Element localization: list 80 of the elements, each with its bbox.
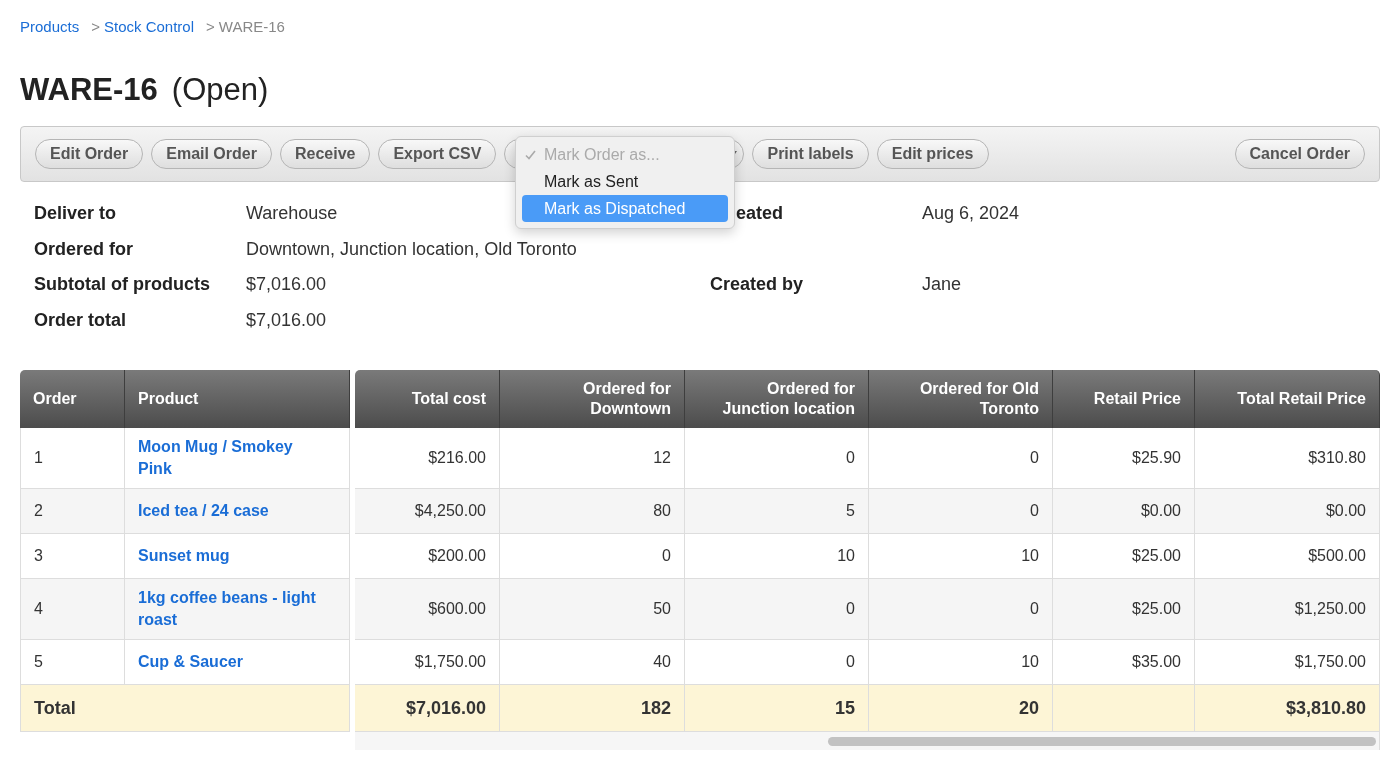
table-cell: 12 [500,428,685,489]
table-cell: 10 [869,534,1053,579]
toolbar-button[interactable]: Edit prices [876,139,989,169]
total-label: Total [20,685,350,732]
detail-value: $7,016.00 [246,273,327,297]
table-cell: $35.00 [1053,640,1195,685]
product-link[interactable]: Sunset mug [138,545,230,567]
breadcrumb-link[interactable]: Products [20,17,80,35]
detail-label: Deliver to [34,202,118,226]
column-header: Product [125,370,350,428]
table-cell: $216.00 [355,428,500,489]
toolbar-button[interactable]: Print labels [752,139,869,169]
column-header: Ordered for Junction location [685,370,869,428]
breadcrumb-current[interactable]: WARE-16 [218,17,285,35]
detail-value: Downtown, Junction location, Old Toronto [246,237,577,261]
total-cell: 15 [685,685,869,732]
menu-item[interactable]: Mark as Sent [522,168,728,195]
total-cell: $7,016.00 [355,685,500,732]
table-cell: 0 [685,579,869,640]
table-cell: 10 [685,534,869,579]
table-cell: 0 [685,428,869,489]
table-cell: 4 [20,579,125,640]
toolbar-button[interactable]: Email Order [151,139,272,169]
column-header: Retail Price [1053,370,1195,428]
detail-label: Order total [34,308,127,332]
table-cell: 0 [869,489,1053,534]
table-cell: $25.00 [1053,534,1195,579]
table-cell: $4,250.00 [355,489,500,534]
table-cell: 80 [500,489,685,534]
table-cell: 0 [869,579,1053,640]
breadcrumb-separator: > [206,17,215,35]
table-cell: 5 [20,640,125,685]
column-header: Ordered for Downtown [500,370,685,428]
breadcrumb-link[interactable]: Stock Control [103,17,194,35]
cancel-order-button[interactable]: Cancel Order [1234,139,1365,169]
table-cell: 1 [20,428,125,489]
detail-value: Aug 6, 2024 [922,202,1020,226]
product-link[interactable]: Cup & Saucer [138,651,243,673]
column-header: Total cost [355,370,500,428]
menu-item[interactable]: Mark as Dispatched [522,195,728,222]
column-header: Total Retail Price [1195,370,1380,428]
table-cell: $1,250.00 [1195,579,1380,640]
table-cell: $25.00 [1053,579,1195,640]
table-cell: $310.80 [1195,428,1380,489]
table-cell: 10 [869,640,1053,685]
detail-value: Jane [922,273,962,297]
table-cell: 3 [20,534,125,579]
table-cell: $600.00 [355,579,500,640]
detail-label: eated [735,202,785,226]
product-link[interactable]: Moon Mug / Smokey Pink [138,436,322,480]
breadcrumb-separator: > [91,17,100,35]
table-cell: 50 [500,579,685,640]
table-cell: 5 [685,489,869,534]
total-cell: 20 [869,685,1053,732]
table-cell: $25.90 [1053,428,1195,489]
table-cell: $1,750.00 [1195,640,1380,685]
table-cell: 0 [500,534,685,579]
table-cell: 2 [20,489,125,534]
detail-label: Subtotal of products [34,273,211,297]
toolbar-button[interactable]: Export CSV [378,139,497,169]
detail-value: $7,016.00 [246,308,327,332]
total-cell: 182 [500,685,685,732]
table-cell: $0.00 [1053,489,1195,534]
table-cell: $200.00 [355,534,500,579]
column-header: Ordered for Old Toronto [869,370,1053,428]
detail-value: Warehouse [246,202,338,226]
order-title: WARE-16 [20,72,158,108]
column-header: Order [20,370,125,428]
table-cell: 0 [869,428,1053,489]
toolbar-button[interactable]: Receive [279,139,371,169]
detail-label: Ordered for [34,237,135,261]
table-cell: $500.00 [1195,534,1380,579]
toolbar-button[interactable]: Edit Order [35,139,144,169]
table-cell: $1,750.00 [355,640,500,685]
table-cell: 40 [500,640,685,685]
order-status: (Open) [171,72,269,108]
detail-label: Created by [710,273,805,297]
table-cell: $0.00 [1195,489,1380,534]
table-cell: 0 [685,640,869,685]
total-cell: $3,810.80 [1195,685,1380,732]
